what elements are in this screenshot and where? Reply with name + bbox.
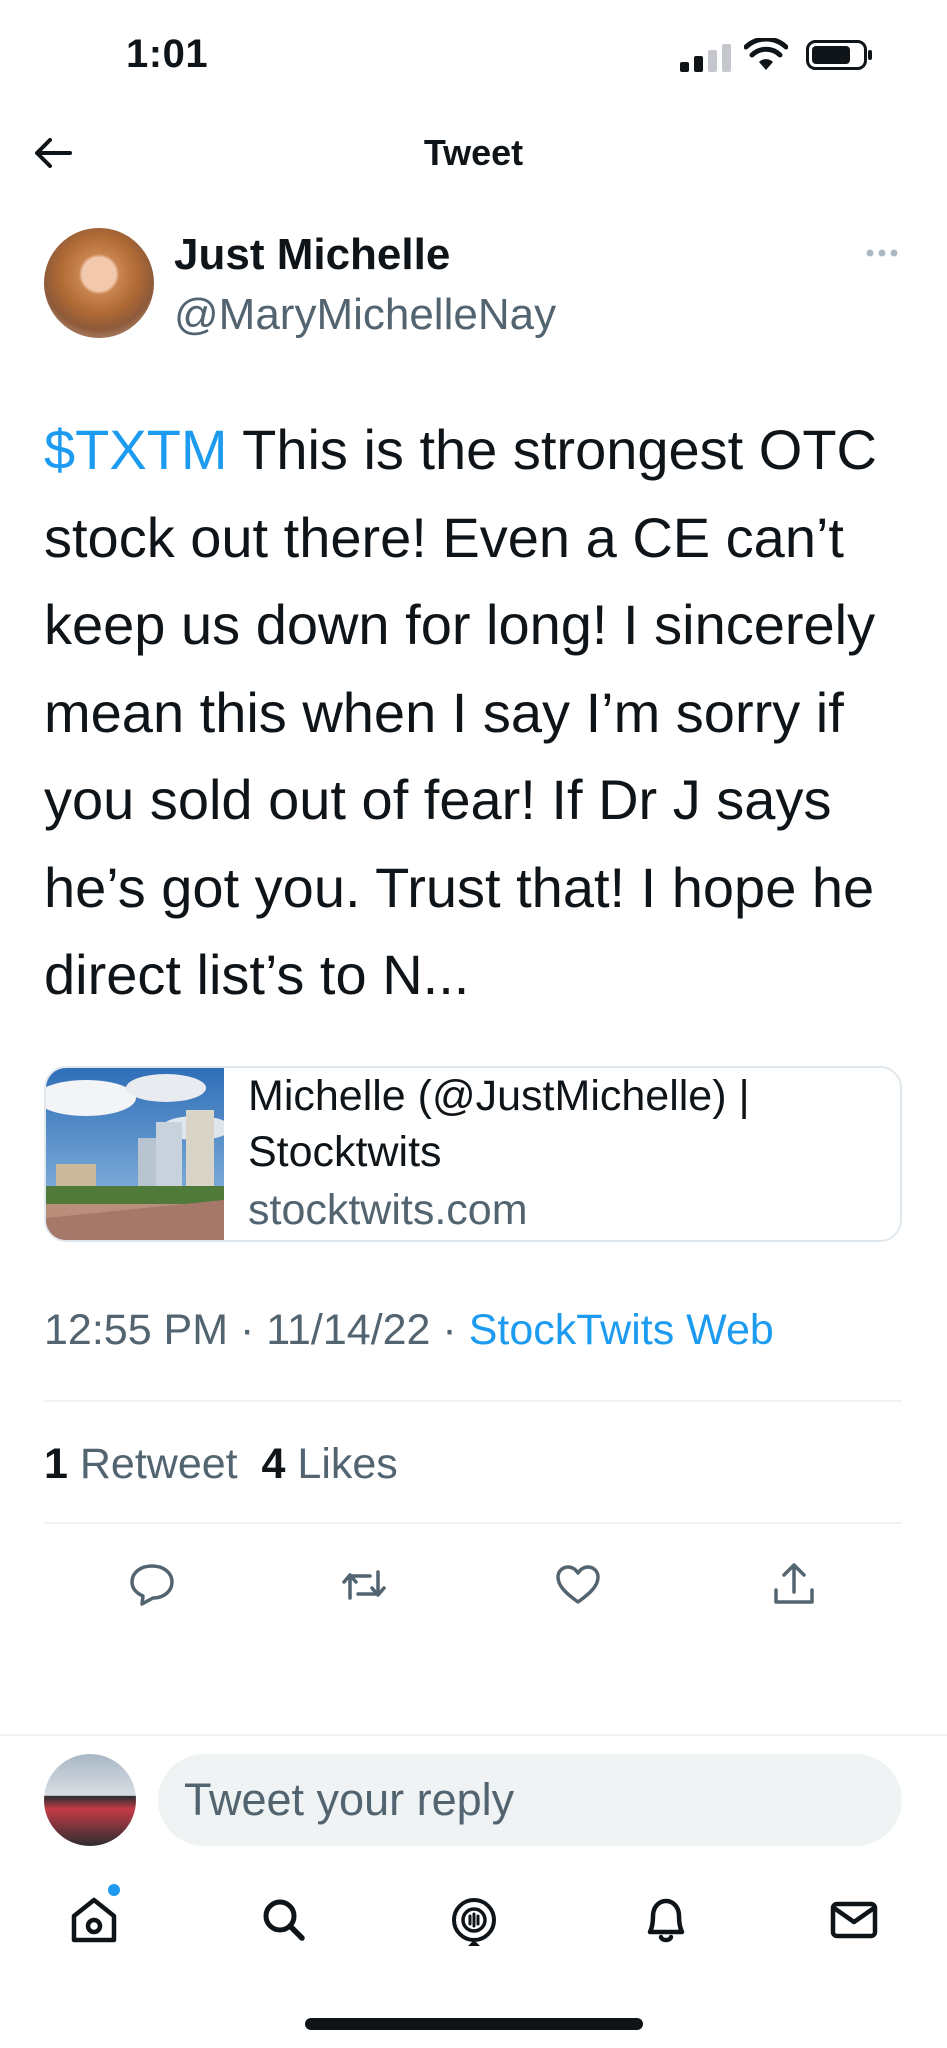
author-display-name[interactable]: Just Michelle — [174, 230, 450, 280]
home-indicator — [305, 2018, 643, 2030]
retweets-count: 1 — [44, 1440, 68, 1488]
cashtag-link[interactable]: $TXTM — [44, 418, 228, 481]
author-handle[interactable]: @MaryMichelleNay — [174, 290, 556, 340]
likes-count: 4 — [261, 1440, 286, 1488]
divider — [44, 1400, 902, 1402]
divider — [44, 1522, 902, 1524]
messages-mail-icon[interactable] — [826, 1892, 882, 1948]
current-user-avatar[interactable] — [44, 1754, 136, 1846]
author-avatar[interactable] — [44, 228, 154, 338]
link-preview-domain: stocktwits.com — [248, 1186, 528, 1234]
reply-icon[interactable] — [128, 1562, 176, 1608]
tweet-body: This is the strongest OTC stock out ther… — [44, 418, 877, 1006]
tweet-text: $TXTM This is the strongest OTC stock ou… — [44, 406, 914, 1019]
engagement-stats: 1 Retweet 4 Likes — [44, 1440, 398, 1489]
tweet-timestamp: 12:55 PM · 11/14/22 · StockTwits Web — [44, 1306, 774, 1355]
search-icon[interactable] — [256, 1892, 312, 1948]
wifi-icon — [744, 38, 788, 70]
share-icon[interactable] — [770, 1562, 818, 1608]
home-icon[interactable] — [66, 1892, 122, 1948]
reply-input[interactable] — [158, 1754, 902, 1846]
status-time: 1:01 — [126, 32, 209, 76]
home-notification-dot — [108, 1884, 120, 1896]
tweet-source-link[interactable]: StockTwits Web — [469, 1306, 774, 1354]
battery-icon — [806, 40, 872, 70]
cellular-signal-icon — [680, 44, 731, 72]
retweets-stat[interactable]: 1 Retweet — [44, 1440, 238, 1488]
link-preview-thumbnail — [46, 1068, 224, 1240]
more-options-icon[interactable] — [866, 246, 898, 260]
tweet-time: 12:55 PM — [44, 1306, 229, 1354]
likes-stat[interactable]: 4 Likes — [262, 1440, 398, 1488]
like-heart-icon[interactable] — [554, 1562, 602, 1608]
notifications-bell-icon[interactable] — [638, 1892, 694, 1948]
retweet-icon[interactable] — [340, 1562, 388, 1608]
page-title: Tweet — [423, 132, 524, 173]
divider — [0, 1734, 947, 1736]
link-preview-card[interactable]: Michelle (@JustMichelle) | Stocktwits st… — [44, 1066, 902, 1242]
meta-separator: · — [228, 1306, 267, 1354]
spaces-icon[interactable] — [446, 1892, 502, 1948]
retweets-label: Retweet — [79, 1440, 238, 1488]
link-preview-title: Michelle (@JustMichelle) | Stocktwits — [248, 1072, 750, 1176]
likes-label: Likes — [297, 1440, 398, 1488]
meta-separator: · — [430, 1306, 469, 1354]
tweet-date: 11/14/22 — [266, 1306, 431, 1354]
